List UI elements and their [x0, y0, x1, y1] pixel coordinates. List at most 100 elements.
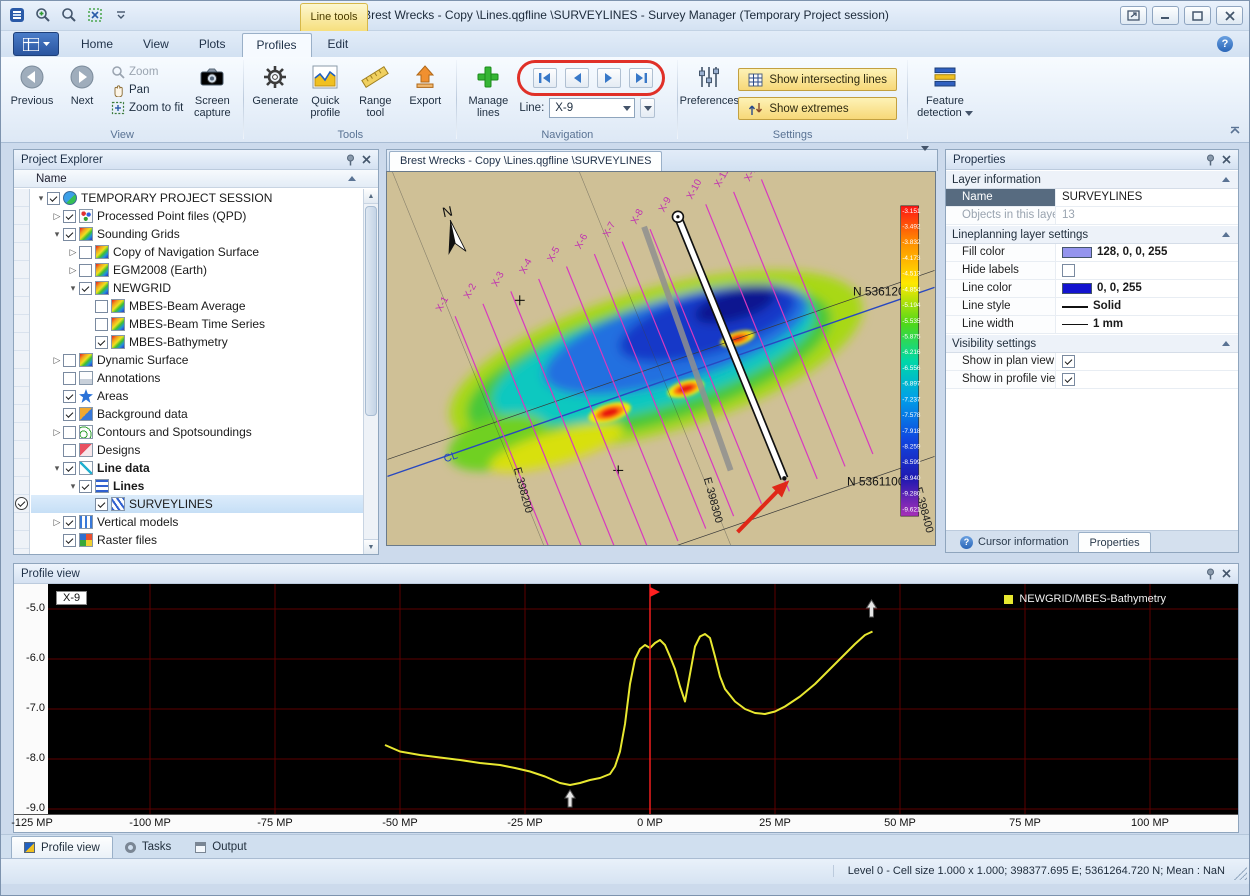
property-value[interactable]: 0, 0, 255: [1056, 280, 1238, 297]
pin-icon[interactable]: [1202, 566, 1218, 581]
map-canvas[interactable]: CL X-1 X-2 X-3 X-4 X-5: [386, 171, 936, 546]
expander-icon[interactable]: ▷: [51, 427, 63, 438]
visibility-checkbox[interactable]: [63, 390, 76, 403]
contextual-tab-line-tools[interactable]: Line tools: [300, 3, 368, 31]
manage-lines-button[interactable]: Manage lines: [463, 60, 513, 126]
show-extremes-toggle[interactable]: Show extremes: [738, 97, 897, 120]
visibility-checkbox[interactable]: [63, 426, 76, 439]
visibility-checkbox[interactable]: [63, 354, 76, 367]
visibility-checkbox[interactable]: [63, 372, 76, 385]
properties-section-layer-information[interactable]: Layer information: [946, 170, 1238, 189]
quick-profile-button[interactable]: Quick profile: [300, 60, 350, 126]
expander-icon[interactable]: ▾: [67, 283, 79, 294]
panel-tab-properties[interactable]: Properties: [1078, 532, 1150, 552]
next-button[interactable]: Next: [57, 60, 107, 126]
property-value[interactable]: 128, 0, 0, 255: [1056, 244, 1238, 261]
zoom-button[interactable]: Zoom: [107, 64, 187, 80]
map-document-tab[interactable]: Brest Wrecks - Copy \Lines.qgfline \SURV…: [389, 151, 662, 171]
ribbon-tab-plots[interactable]: Plots: [185, 33, 240, 57]
close-panel-icon[interactable]: [1218, 566, 1234, 581]
tree-item-raster-files[interactable]: Raster files: [31, 531, 363, 549]
visibility-checkbox[interactable]: [79, 264, 92, 277]
property-row-line-style[interactable]: Line styleSolid: [946, 298, 1238, 316]
property-value[interactable]: [1056, 262, 1238, 279]
expander-icon[interactable]: ▷: [51, 355, 63, 366]
tree-column-header[interactable]: Name: [14, 170, 378, 188]
visibility-checkbox[interactable]: [79, 246, 92, 259]
visibility-checkbox[interactable]: [95, 498, 108, 511]
line-options-dropdown[interactable]: [640, 98, 655, 118]
bottom-tab-tasks[interactable]: Tasks: [113, 836, 183, 858]
pan-button[interactable]: Pan: [107, 82, 187, 98]
visibility-checkbox[interactable]: [95, 318, 108, 331]
properties-section-lineplanning-layer-settings[interactable]: Lineplanning layer settings: [946, 225, 1238, 244]
expander-icon[interactable]: ▾: [51, 229, 63, 240]
close-panel-icon[interactable]: [358, 152, 374, 167]
expander-icon[interactable]: ▾: [67, 481, 79, 492]
property-row-show-in-plan-view[interactable]: Show in plan view: [946, 353, 1238, 371]
export-button[interactable]: Export: [400, 60, 450, 126]
zoom-to-fit-button[interactable]: Zoom to fit: [107, 100, 187, 116]
ribbon-tab-view[interactable]: View: [129, 33, 183, 57]
section-collapse-icon[interactable]: [1222, 341, 1230, 346]
properties-section-visibility-settings[interactable]: Visibility settings: [946, 334, 1238, 353]
tree-scrollbar[interactable]: ▲ ▼: [363, 189, 378, 554]
profile-chart[interactable]: -5.0-6.0-7.0-8.0-9.0 X-9 NEWGRID/MBES-Ba…: [14, 584, 1238, 832]
property-value[interactable]: 1 mm: [1056, 316, 1238, 333]
previous-button[interactable]: Previous: [7, 60, 57, 126]
property-row-fill-color[interactable]: Fill color128, 0, 0, 255: [946, 244, 1238, 262]
property-row-objects-in-this-layer[interactable]: Objects in this layer13: [946, 207, 1238, 225]
line-select[interactable]: X-9: [549, 98, 635, 118]
property-value[interactable]: [1056, 353, 1238, 370]
tree-item-vertical-models[interactable]: ▷Vertical models: [31, 513, 363, 531]
screen-capture-button[interactable]: Screen capture: [187, 60, 237, 126]
resize-grip[interactable]: [1234, 867, 1247, 880]
property-row-line-color[interactable]: Line color0, 0, 255: [946, 280, 1238, 298]
expander-icon[interactable]: ▷: [67, 247, 79, 258]
bottom-tab-profile-view[interactable]: Profile view: [11, 836, 113, 858]
visibility-checkbox[interactable]: [63, 516, 76, 529]
section-collapse-icon[interactable]: [1222, 177, 1230, 182]
visibility-checkbox[interactable]: [95, 300, 108, 313]
preferences-button[interactable]: Preferences: [684, 60, 734, 126]
range-tool-button[interactable]: Range tool: [350, 60, 400, 126]
visibility-checkbox[interactable]: [79, 480, 92, 493]
expander-icon[interactable]: ▾: [35, 193, 47, 204]
visibility-checkbox[interactable]: [63, 210, 76, 223]
application-menu-button[interactable]: [13, 32, 59, 56]
tree-item-surveylines[interactable]: SURVEYLINES: [31, 495, 363, 513]
previous-line-button[interactable]: [565, 68, 589, 88]
expander-icon[interactable]: ▷: [67, 265, 79, 276]
tree-item-sounding-grids[interactable]: ▾Sounding Grids: [31, 225, 363, 243]
tree-item-newgrid[interactable]: ▾NEWGRID: [31, 279, 363, 297]
expander-icon[interactable]: ▷: [51, 517, 63, 528]
profile-plot-area[interactable]: X-9 NEWGRID/MBES-Bathymetry: [48, 584, 1238, 814]
close-panel-icon[interactable]: [1218, 152, 1234, 167]
scroll-down-icon[interactable]: ▼: [364, 539, 378, 554]
tree-item-egm2008-earth[interactable]: ▷EGM2008 (Earth): [31, 261, 363, 279]
tree-item-background-data[interactable]: Background data: [31, 405, 363, 423]
scrollbar-thumb[interactable]: [365, 206, 377, 416]
ribbon-tab-profiles[interactable]: Profiles: [242, 33, 312, 57]
collapse-ribbon-icon[interactable]: [1229, 124, 1241, 138]
feature-detection-button[interactable]: Feature detection: [914, 60, 976, 126]
bottom-tab-output[interactable]: Output: [183, 836, 259, 858]
property-value[interactable]: 13: [1056, 207, 1238, 224]
visibility-checkbox[interactable]: [63, 228, 76, 241]
tree-item-designs[interactable]: Designs: [31, 441, 363, 459]
close-button[interactable]: [1216, 6, 1243, 25]
property-checkbox[interactable]: [1062, 373, 1075, 386]
tree-item-copy-of-navigation-surface[interactable]: ▷Copy of Navigation Surface: [31, 243, 363, 261]
section-collapse-icon[interactable]: [1222, 232, 1230, 237]
property-row-line-width[interactable]: Line width1 mm: [946, 316, 1238, 334]
visibility-checkbox[interactable]: [47, 192, 60, 205]
tree-item-areas[interactable]: Areas: [31, 387, 363, 405]
expander-icon[interactable]: ▷: [51, 211, 63, 222]
tree-item-mbes-beam-average[interactable]: MBES-Beam Average: [31, 297, 363, 315]
property-value[interactable]: Solid: [1056, 298, 1238, 315]
visibility-checkbox[interactable]: [63, 408, 76, 421]
visibility-checkbox[interactable]: [63, 444, 76, 457]
tree-item-annotations[interactable]: Annotations: [31, 369, 363, 387]
minimize-button[interactable]: [1152, 6, 1179, 25]
tree-item-lines[interactable]: ▾Lines: [31, 477, 363, 495]
